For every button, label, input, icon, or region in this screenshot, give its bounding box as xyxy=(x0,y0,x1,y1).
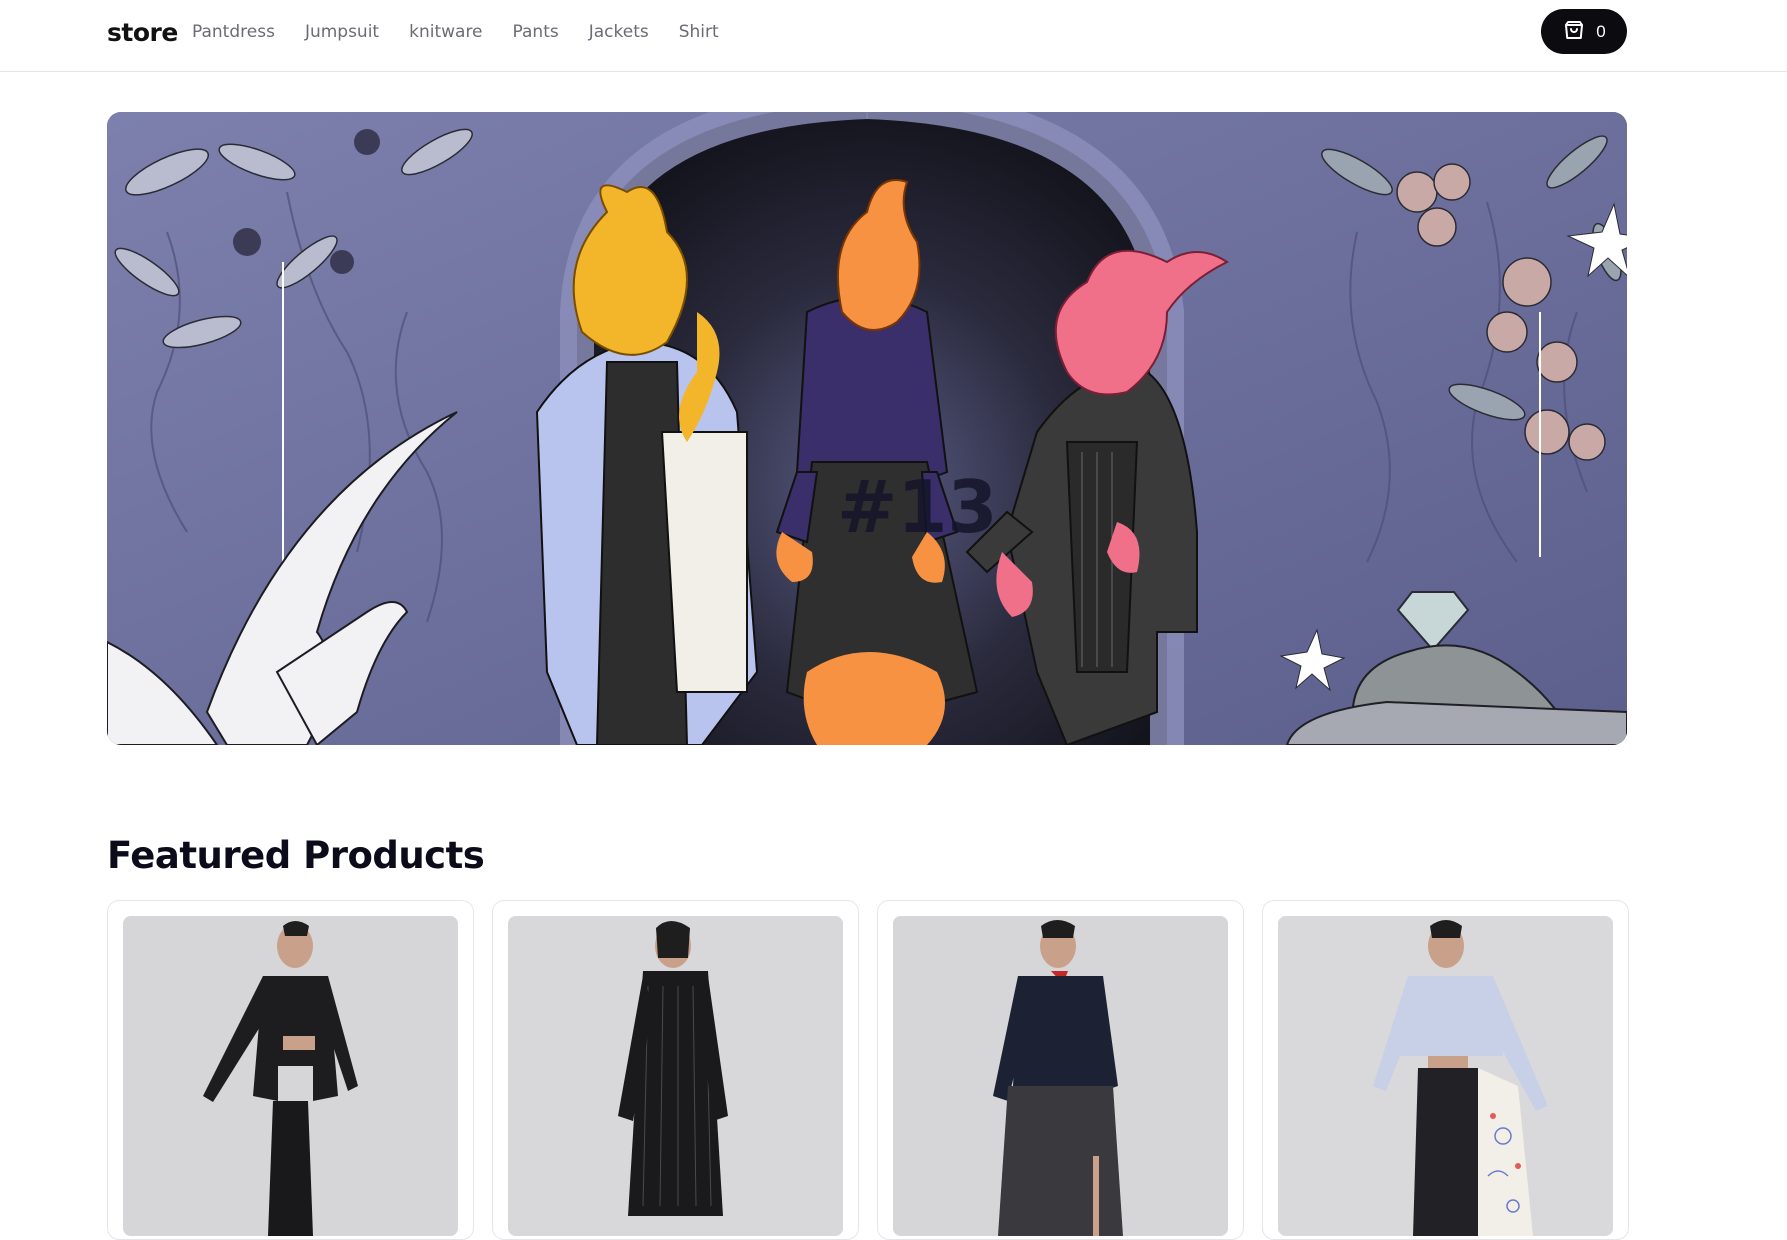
product-image[interactable] xyxy=(1278,916,1613,1236)
cart-button[interactable]: 0 xyxy=(1541,9,1627,54)
cart-count: 0 xyxy=(1596,21,1606,41)
nav-link-jackets[interactable]: Jackets xyxy=(589,22,649,42)
hero-overlay-text: #13 xyxy=(837,465,998,549)
product-image[interactable] xyxy=(893,916,1228,1236)
product-image[interactable] xyxy=(508,916,843,1236)
hero-illustration: #13 xyxy=(107,112,1627,745)
nav-link-pantdress[interactable]: Pantdress xyxy=(192,22,275,42)
nav-link-shirt[interactable]: Shirt xyxy=(679,22,719,42)
shopping-bag-icon xyxy=(1562,18,1586,45)
product-card[interactable] xyxy=(1262,900,1629,1240)
nav-link-pants[interactable]: Pants xyxy=(513,22,559,42)
top-navbar: store Pantdress Jumpsuit knitware Pants … xyxy=(0,0,1787,72)
product-grid xyxy=(107,900,1629,1240)
product-image[interactable] xyxy=(123,916,458,1236)
product-card[interactable] xyxy=(877,900,1244,1240)
brand-logo[interactable]: store xyxy=(107,18,178,47)
featured-products-title: Featured Products xyxy=(107,834,485,877)
nav-link-knitware[interactable]: knitware xyxy=(409,22,482,42)
product-card[interactable] xyxy=(492,900,859,1240)
nav-link-jumpsuit[interactable]: Jumpsuit xyxy=(305,22,379,42)
product-card[interactable] xyxy=(107,900,474,1240)
hero-banner[interactable]: #13 xyxy=(107,112,1627,745)
category-nav: Pantdress Jumpsuit knitware Pants Jacket… xyxy=(192,22,749,42)
